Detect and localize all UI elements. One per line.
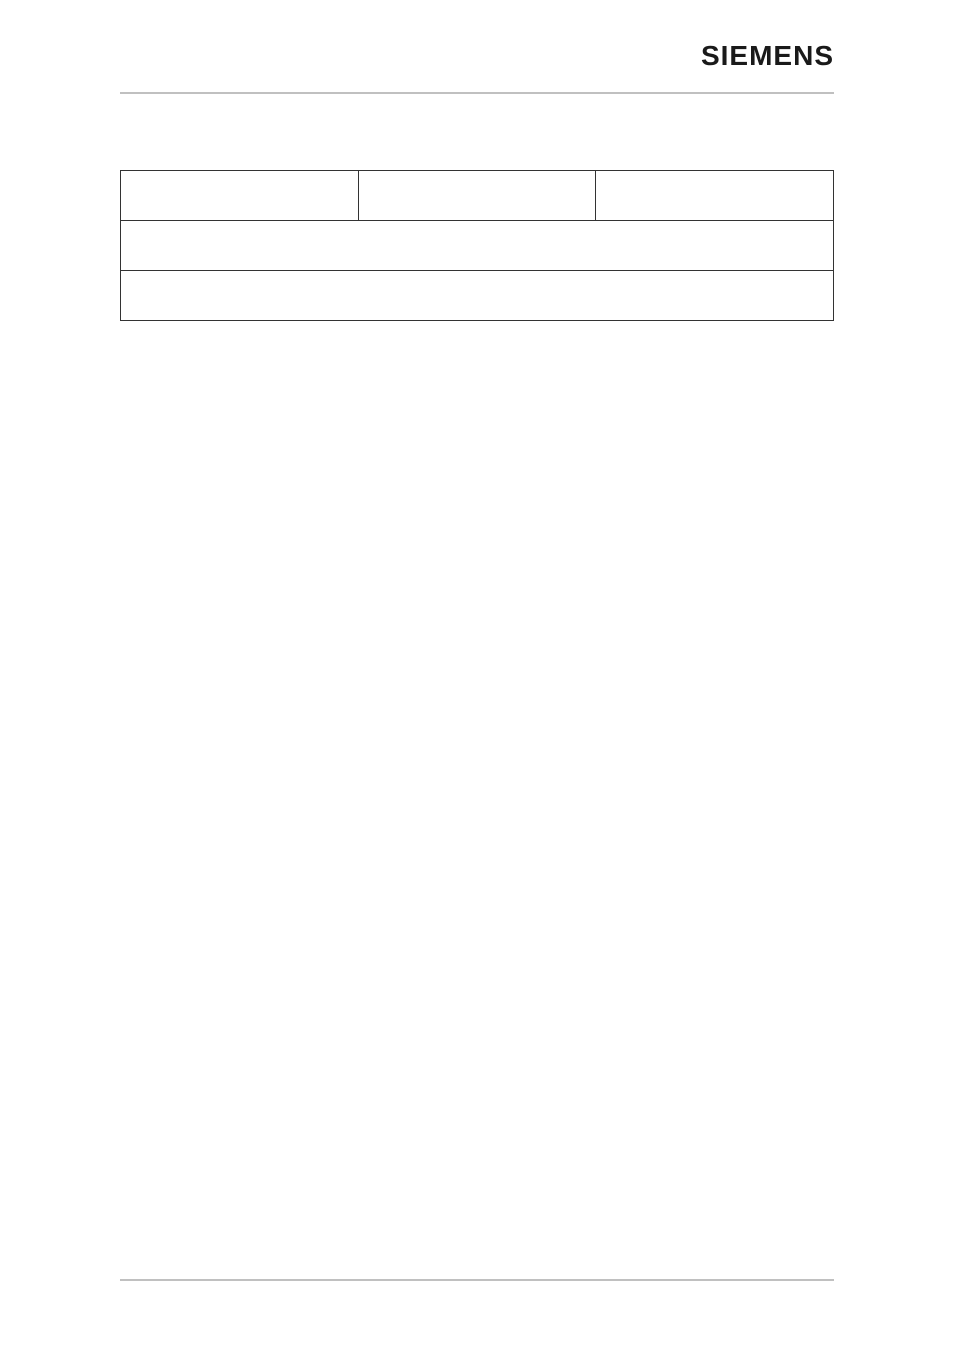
content-area [120, 40, 834, 321]
top-divider [120, 92, 834, 94]
table-cell-merged [121, 271, 834, 321]
siemens-logo: SIEMENS [701, 40, 834, 72]
table-row [121, 171, 834, 221]
table-cell [358, 171, 596, 221]
data-table [120, 170, 834, 321]
page-container: SIEMENS [0, 0, 954, 1351]
table-cell-merged [121, 221, 834, 271]
table-cell [596, 171, 834, 221]
table-row [121, 221, 834, 271]
table-cell [121, 171, 359, 221]
bottom-divider [120, 1279, 834, 1281]
table-row [121, 271, 834, 321]
